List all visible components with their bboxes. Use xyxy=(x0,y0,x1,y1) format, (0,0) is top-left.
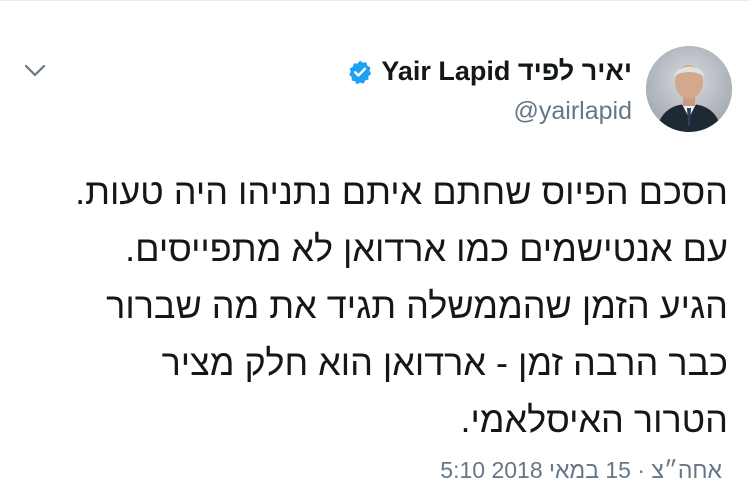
tweet-text: הסכם הפיוס שחתם איתם נתניהו היה טעות. עם… xyxy=(18,163,728,448)
author-block: Yair Lapid יאיר לפיד @yairlapid xyxy=(347,56,632,126)
author-name: Yair Lapid יאיר לפיד xyxy=(381,56,632,86)
more-options-button[interactable] xyxy=(24,60,46,82)
tweet-line: הטרור האיסלאמי. xyxy=(460,399,728,440)
verified-badge-icon xyxy=(349,60,372,84)
tweet-line: הסכם הפיוס שחתם איתם נתניהו היה טעות. xyxy=(75,171,728,212)
tweet-line: עם אנטישמים כמו ארדואן לא מתפייסים. xyxy=(125,228,728,269)
top-divider xyxy=(0,0,750,9)
avatar-photo xyxy=(646,46,732,132)
tweet-timestamp[interactable]: 5:10 אחה״צ · 15 במאי 2018 xyxy=(440,457,722,484)
tweet-header: Yair Lapid יאיר לפיד @yairlapid xyxy=(347,46,732,132)
author-name-row[interactable]: Yair Lapid יאיר לפיד xyxy=(347,56,632,87)
tweet-line: כבר הרבה זמן - ארדואן הוא חלק מציר xyxy=(161,342,728,383)
author-handle[interactable]: @yairlapid xyxy=(514,97,632,126)
tweet-line: הגיע הזמן שהממשלה תגיד את מה שברור xyxy=(106,285,728,326)
chevron-down-icon xyxy=(24,64,46,77)
avatar[interactable] xyxy=(646,46,732,132)
